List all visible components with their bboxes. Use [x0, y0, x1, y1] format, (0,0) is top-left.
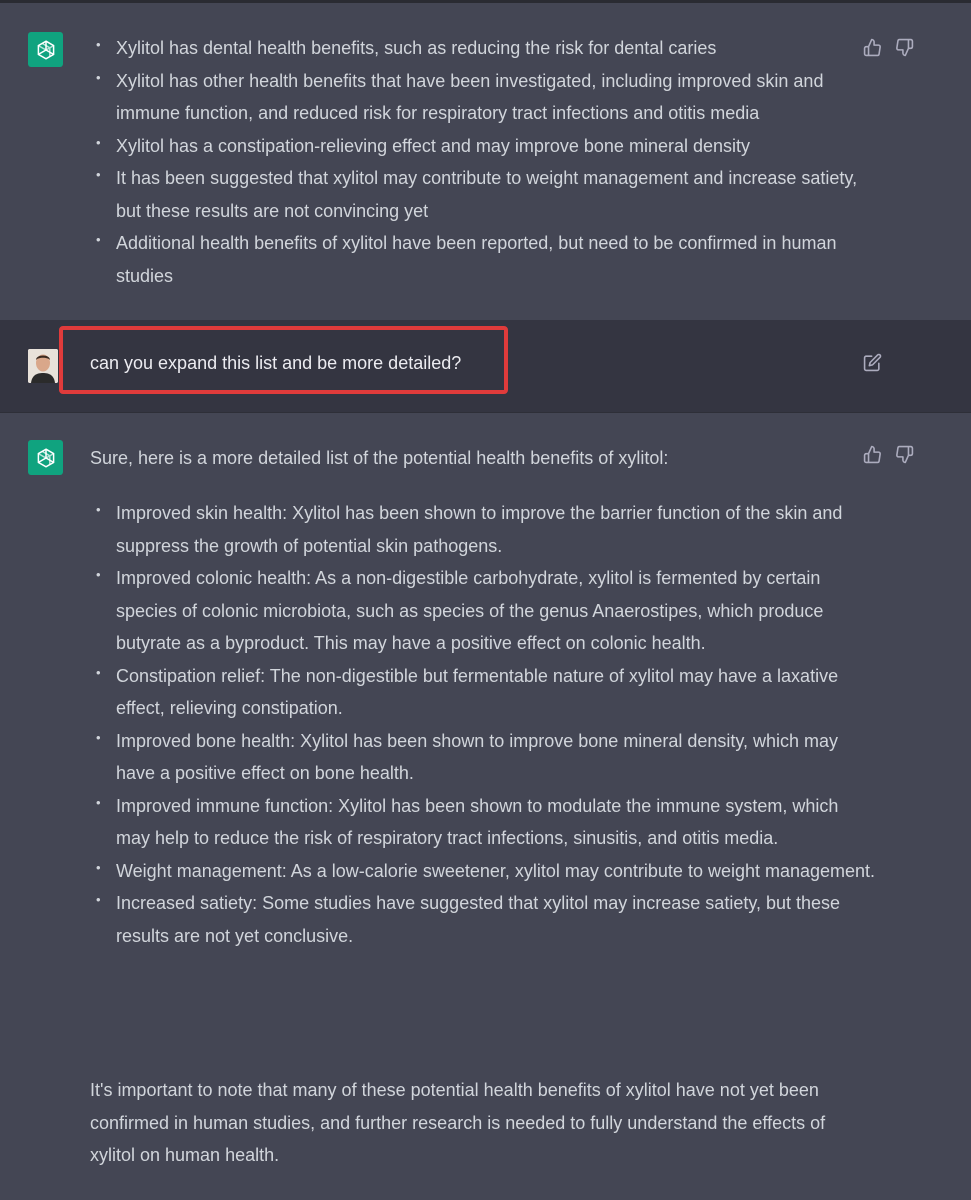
response-intro: Sure, here is a more detailed list of th…	[90, 448, 669, 468]
response-closing: It's important to note that many of thes…	[90, 1080, 826, 1165]
user-message: can you expand this list and be more det…	[0, 320, 971, 412]
thumbs-down-icon	[896, 445, 914, 464]
assistant-avatar	[28, 440, 63, 475]
thumbs-up-icon	[863, 445, 881, 464]
list-item: Xylitol has other health benefits that h…	[96, 62, 876, 130]
thumbs-down-button[interactable]	[894, 37, 915, 58]
list-item: Constipation relief: The non-digestible …	[96, 657, 876, 725]
list-item: Weight management: As a low-calorie swee…	[96, 852, 876, 888]
list-item: Increased satiety: Some studies have sug…	[96, 884, 876, 952]
thumbs-down-icon	[896, 38, 914, 57]
list-item: Improved immune function: Xylitol has be…	[96, 787, 876, 855]
list-item: Additional health benefits of xylitol ha…	[96, 224, 876, 292]
user-message-text: can you expand this list and be more det…	[90, 353, 462, 373]
openai-logo-icon	[37, 39, 54, 60]
thumbs-up-button[interactable]	[862, 444, 883, 465]
thumbs-down-button[interactable]	[894, 444, 915, 465]
previous-bullet-list: Xylitol has dental health benefits, such…	[96, 29, 876, 292]
openai-logo-icon	[37, 447, 54, 468]
list-item: Xylitol has dental health benefits, such…	[96, 29, 876, 65]
assistant-message-previous: Xylitol has dental health benefits, such…	[0, 3, 971, 320]
list-item: Improved skin health: Xylitol has been s…	[96, 494, 876, 562]
list-item: Xylitol has a constipation-relieving eff…	[96, 127, 876, 163]
user-photo-icon	[28, 349, 58, 383]
assistant-message: Sure, here is a more detailed list of th…	[0, 413, 971, 1200]
user-avatar	[28, 349, 58, 383]
list-item: It has been suggested that xylitol may c…	[96, 159, 876, 227]
edit-button[interactable]	[862, 352, 883, 373]
assistant-avatar	[28, 32, 63, 67]
list-item: Improved colonic health: As a non-digest…	[96, 559, 876, 660]
response-bullet-list: Improved skin health: Xylitol has been s…	[96, 494, 876, 952]
list-item: Improved bone health: Xylitol has been s…	[96, 722, 876, 790]
message-actions	[862, 444, 915, 465]
edit-icon	[863, 353, 882, 372]
